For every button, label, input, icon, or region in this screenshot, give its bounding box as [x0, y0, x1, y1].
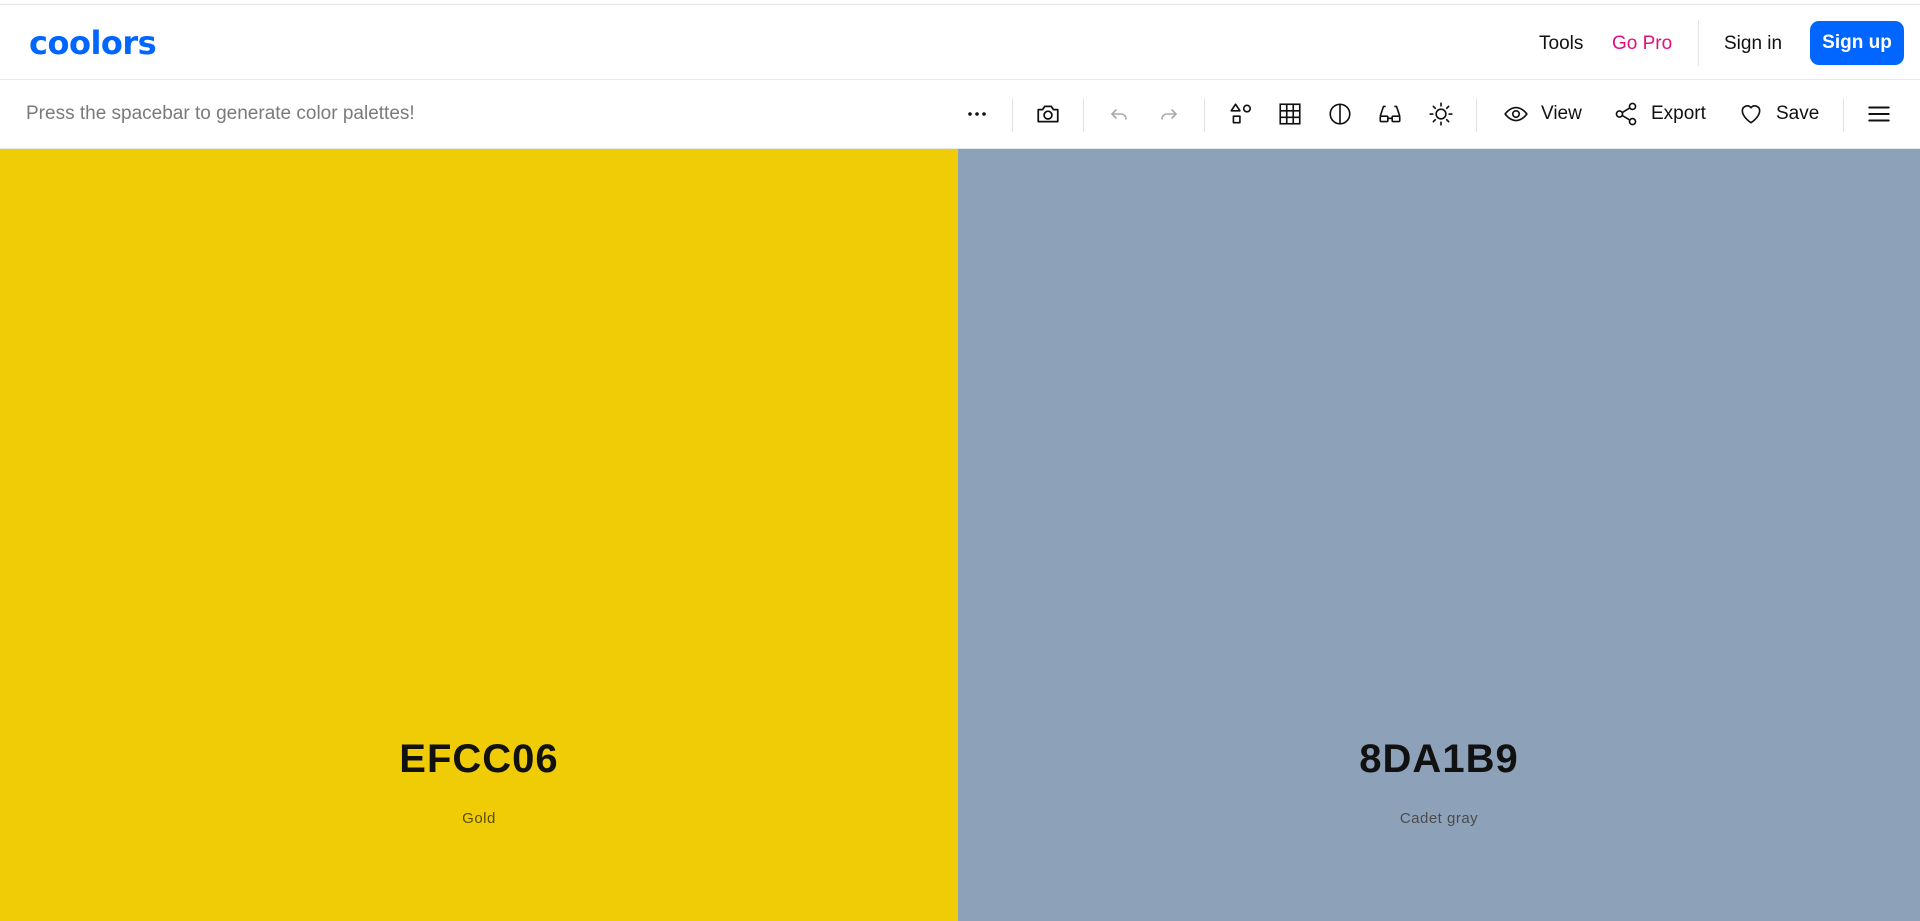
- nav-tools-link[interactable]: Tools: [1539, 29, 1583, 59]
- palette: EFCC06 Gold 8DA1B9 Cadet gray: [0, 149, 1920, 921]
- color-name[interactable]: Gold: [0, 809, 958, 829]
- save-label: Save: [1776, 103, 1820, 124]
- sign-up-button[interactable]: Sign up: [1810, 21, 1904, 65]
- undo-button[interactable]: [1104, 97, 1134, 131]
- toolbar: Press the spacebar to generate color pal…: [0, 80, 1920, 149]
- grid-button[interactable]: [1275, 97, 1305, 131]
- toolbar-divider: [1204, 98, 1205, 132]
- more-options-button[interactable]: [962, 97, 992, 131]
- menu-button[interactable]: [1864, 97, 1894, 131]
- redo-icon: [1157, 102, 1181, 126]
- color-hex-code[interactable]: EFCC06: [0, 734, 958, 784]
- undo-icon: [1107, 102, 1131, 126]
- grid-icon: [1277, 101, 1303, 127]
- sun-icon: [1428, 101, 1454, 127]
- color-swatch-gold[interactable]: EFCC06 Gold: [0, 149, 958, 921]
- spacebar-hint: Press the spacebar to generate color pal…: [26, 103, 415, 124]
- header: coolors Tools Go Pro Sign in Sign up: [0, 5, 1920, 80]
- toolbar-divider: [1843, 98, 1844, 132]
- color-hex-code[interactable]: 8DA1B9: [958, 734, 1920, 784]
- color-name[interactable]: Cadet gray: [958, 809, 1920, 829]
- toolbar-divider: [1476, 98, 1477, 132]
- contrast-icon: [1327, 101, 1353, 127]
- sign-in-link[interactable]: Sign in: [1724, 29, 1782, 59]
- eye-icon: [1503, 101, 1529, 127]
- redo-button[interactable]: [1154, 97, 1184, 131]
- nav-divider: [1698, 20, 1699, 66]
- export-button[interactable]: Export: [1613, 97, 1706, 131]
- nav-go-pro-link[interactable]: Go Pro: [1612, 29, 1672, 59]
- camera-icon: [1035, 101, 1061, 127]
- brightness-button[interactable]: [1426, 97, 1456, 131]
- toolbar-divider: [1083, 98, 1084, 132]
- camera-button[interactable]: [1033, 97, 1063, 131]
- contrast-button[interactable]: [1325, 97, 1355, 131]
- view-button[interactable]: View: [1503, 97, 1582, 131]
- color-swatch-cadet-gray[interactable]: 8DA1B9 Cadet gray: [958, 149, 1920, 921]
- more-icon: [965, 102, 989, 126]
- logo[interactable]: coolors: [29, 23, 157, 63]
- share-icon: [1613, 101, 1639, 127]
- color-blindness-button[interactable]: [1375, 97, 1405, 131]
- shapes-button[interactable]: [1226, 97, 1256, 131]
- view-label: View: [1541, 103, 1582, 124]
- glasses-icon: [1377, 101, 1403, 127]
- heart-icon: [1738, 101, 1764, 127]
- toolbar-divider: [1012, 98, 1013, 132]
- shapes-icon: [1228, 101, 1254, 127]
- menu-icon: [1866, 101, 1892, 127]
- save-button[interactable]: Save: [1738, 97, 1819, 131]
- export-label: Export: [1651, 103, 1706, 124]
